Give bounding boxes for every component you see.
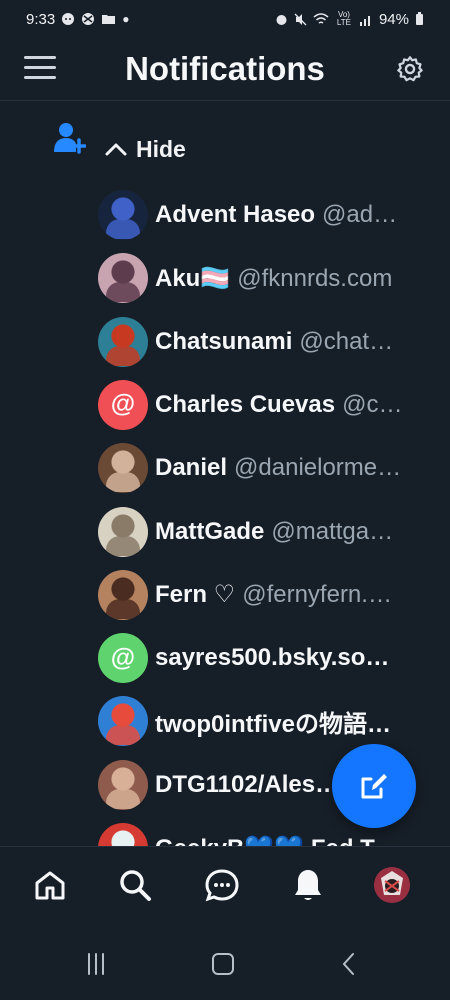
avatar-image [106,725,140,746]
display-name: Aku🏳️‍⚧️ [155,264,231,292]
hide-label: Hide [136,135,186,162]
status-time: 9:33 [26,10,56,28]
list-item[interactable]: Fern ♡ @fernyfern.… [98,569,433,621]
list-item[interactable]: Daniel @danielorme… [98,442,433,494]
list-item[interactable]: Aku🏳️‍⚧️ @fknnrds.com [98,252,433,304]
user-row-text: Fern ♡ @fernyfern.… [155,580,433,609]
user-row-text: Advent Haseo @ad… [155,201,433,229]
avatar-image [106,282,140,303]
user-row-text: Chatsunami @chat… [155,328,433,356]
battery-text: 94% [378,10,409,28]
home-circle-icon[interactable] [205,946,241,982]
person-add-icon [54,123,86,154]
user-row-text: Aku🏳️‍⚧️ @fknnrds.com [155,264,433,293]
display-name: twop0intfiveの物語… [155,710,392,738]
avatar-glyph: @ [110,390,136,419]
avatar-image [106,598,140,619]
avatar [98,316,148,367]
user-row-text: Daniel @danielorme… [155,454,433,482]
avatar-image [106,472,140,493]
avatar [98,506,148,557]
display-name: DTG1102/Ales… [155,770,340,798]
home-icon[interactable] [30,865,70,905]
status-right: Vo) LTE 94% [275,11,424,28]
user-row-text: GeekyB💙💙 Fed T… [155,834,433,847]
display-name: Fern ♡ [155,581,236,609]
handle: @ad… [322,201,398,228]
handle: @chat… [299,327,394,355]
back-icon[interactable] [331,946,367,982]
display-name: Chatsunami [155,327,293,355]
bell-icon[interactable] [288,865,328,905]
xbox-icon [82,13,95,25]
alarm-icon [276,14,287,25]
list-item[interactable]: @ Charles Cuevas @c… [98,379,433,431]
list-item[interactable]: MattGade @mattga… [98,506,433,558]
avatar [98,823,148,846]
recent-apps-icon[interactable] [78,946,114,982]
battery-icon [416,12,423,25]
display-name: Daniel [155,454,228,482]
compose-button[interactable] [332,744,416,828]
chevron-up-icon [105,143,127,156]
user-row-text: Charles Cuevas @c… [155,391,433,419]
list-item[interactable]: @ sayres500.bsky.so… [98,632,433,684]
handle: @fknnrds.com [237,264,393,292]
gear-icon[interactable] [396,55,424,83]
user-row-text: sayres500.bsky.so… [155,644,433,672]
folder-icon [102,15,116,24]
avatar [98,190,148,240]
handle: @mattga… [271,517,394,545]
avatar: @ [98,633,148,684]
avatar-image [106,535,140,556]
signal-icon [359,15,370,26]
list-item[interactable]: Advent Haseo @ad… [98,189,433,241]
handle: @danielorme… [234,454,402,482]
avatar-image [106,219,140,239]
status-bar: 9:33 ● Vo) LTE 94% [0,0,450,38]
notifications-header: Notifications [0,38,450,101]
handle: @c… [342,390,403,418]
user-row-text: twop0intfiveの物語… [155,704,433,739]
chat-bubble-icon[interactable] [202,865,242,905]
dot-icon: ● [122,12,130,26]
profile-avatar-icon[interactable] [372,865,412,905]
mute-icon [294,13,307,25]
search-icon[interactable] [115,865,155,905]
avatar-image [106,345,140,366]
display-name: Advent Haseo [155,201,316,228]
compose-icon [361,774,387,799]
avatar: @ [98,379,148,430]
carrier-label: Vo) LTE [336,10,351,27]
android-navigation-bar [0,924,450,1000]
list-item[interactable]: Chatsunami @chat… [98,316,433,368]
avatar-glyph: @ [110,643,136,672]
page-title: Notifications [125,50,325,87]
avatar [98,759,148,810]
avatar-image [106,788,140,809]
display-name: sayres500.bsky.so… [155,644,390,672]
new-followers-group: Hide Advent Haseo @ad… Aku🏳️‍⚧️ @fknnrds.co… [0,101,450,846]
display-name: MattGade [155,517,265,545]
handle: @fernyfern.… [242,581,392,609]
list-item[interactable]: twop0intfiveの物語… [98,695,433,747]
wifi-icon [313,12,329,24]
avatar [98,569,148,620]
hide-toggle[interactable]: Hide [104,134,186,164]
bottom-nav [0,846,450,924]
avatar [98,696,148,747]
avatar [98,443,148,494]
user-row-text: MattGade @mattga… [155,518,433,546]
status-left: 9:33 ● [26,11,129,28]
reddit-icon [62,13,75,25]
display-name: Charles Cuevas [155,390,336,418]
avatar [98,253,148,304]
display-name: GeekyB💙💙 Fed T… [155,835,399,847]
